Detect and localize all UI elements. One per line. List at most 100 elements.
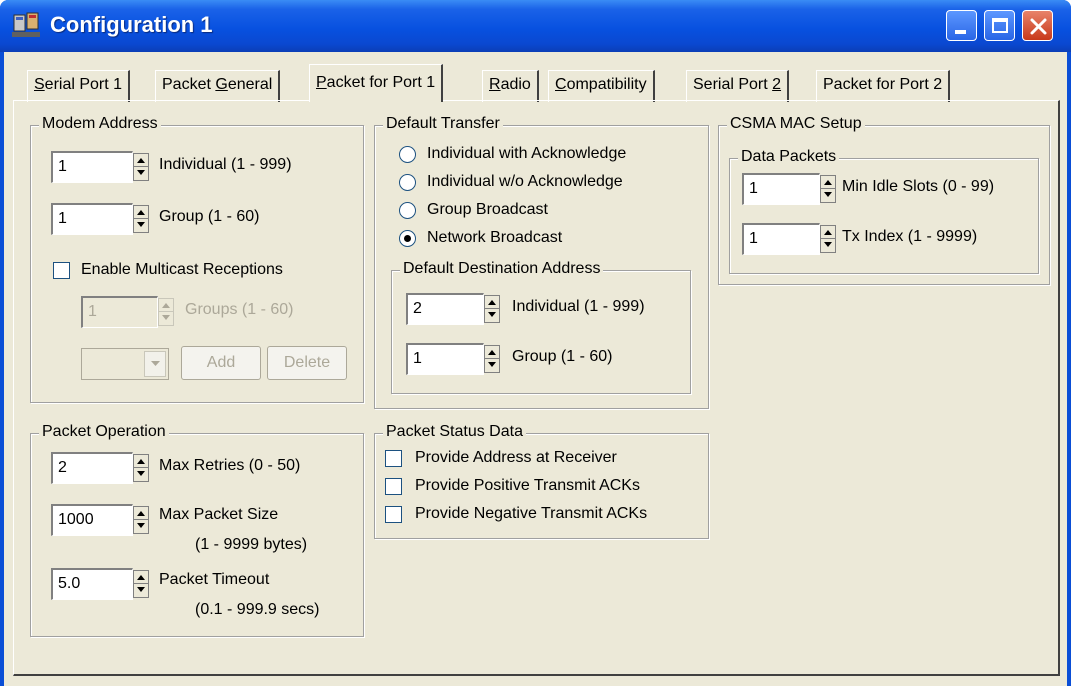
spin-up-button[interactable] xyxy=(134,455,148,468)
destination-individual-spinner[interactable]: 2 xyxy=(406,293,502,325)
max-retries-field[interactable]: 2 xyxy=(51,452,133,484)
arrow-down-icon xyxy=(137,170,145,175)
spinner-buttons[interactable] xyxy=(133,506,149,534)
individual-label: Individual (1 - 999) xyxy=(159,156,292,173)
default-destination-group: Default Destination Address 2 Individual… xyxy=(391,260,691,394)
tab-panel: Modem Address 1 Individual (1 - 999) 1 G… xyxy=(13,100,1060,676)
min-idle-slots-label: Min Idle Slots (0 - 99) xyxy=(842,178,995,195)
tab-serial-port-2[interactable]: Serial Port 2 xyxy=(686,70,790,102)
destination-group-field[interactable]: 1 xyxy=(406,343,484,375)
spinner-buttons[interactable] xyxy=(820,175,836,203)
spinner-buttons[interactable] xyxy=(158,298,174,326)
arrow-up-icon xyxy=(137,210,145,215)
group-title: Modem Address xyxy=(39,115,161,133)
spin-down-button[interactable] xyxy=(821,189,835,202)
group-title: Packet Operation xyxy=(39,423,169,441)
arrow-down-icon xyxy=(137,222,145,227)
delete-button[interactable]: Delete xyxy=(267,346,347,380)
minimize-button[interactable] xyxy=(946,10,977,41)
spin-up-button[interactable] xyxy=(159,299,173,312)
tab-packet-general[interactable]: Packet General xyxy=(155,70,281,102)
spin-down-button[interactable] xyxy=(159,312,173,325)
checkbox-label: Provide Positive Transmit ACKs xyxy=(415,477,640,494)
spin-up-button[interactable] xyxy=(134,206,148,219)
tab-radio[interactable]: Radio xyxy=(482,70,539,102)
tab-packet-for-port-1[interactable]: Packet for Port 1 xyxy=(309,64,444,102)
max-retries-spinner[interactable]: 2 xyxy=(51,452,151,484)
group-address-field[interactable]: 1 xyxy=(51,203,133,235)
spin-down-button[interactable] xyxy=(134,468,148,481)
packet-timeout-field[interactable]: 5.0 xyxy=(51,568,133,600)
provide-negative-acks-checkbox[interactable] xyxy=(385,506,402,523)
destination-individual-field[interactable]: 2 xyxy=(406,293,484,325)
spinner-buttons[interactable] xyxy=(484,295,500,323)
min-idle-slots-field[interactable]: 1 xyxy=(742,173,820,205)
spin-up-button[interactable] xyxy=(821,226,835,239)
destination-group-spinner[interactable]: 1 xyxy=(406,343,502,375)
maximize-icon xyxy=(992,18,1008,33)
spin-down-button[interactable] xyxy=(134,584,148,597)
individual-address-field[interactable]: 1 xyxy=(51,151,133,183)
spinner-buttons[interactable] xyxy=(820,225,836,253)
tab-packet-for-port-2[interactable]: Packet for Port 2 xyxy=(816,70,951,102)
multicast-groups-dropdown[interactable] xyxy=(81,348,169,380)
spinner-buttons[interactable] xyxy=(133,153,149,181)
tab-label: Packet xyxy=(162,76,216,93)
spin-down-button[interactable] xyxy=(134,167,148,180)
spinner-buttons[interactable] xyxy=(133,570,149,598)
radio-individual-without-ack[interactable] xyxy=(399,174,416,191)
spin-down-button[interactable] xyxy=(485,359,499,372)
spin-up-button[interactable] xyxy=(485,296,499,309)
radio-group-broadcast[interactable] xyxy=(399,202,416,219)
arrow-up-icon xyxy=(137,459,145,464)
spin-up-button[interactable] xyxy=(134,507,148,520)
multicast-groups-label: Groups (1 - 60) xyxy=(185,301,294,318)
checkbox-label: Provide Address at Receiver xyxy=(415,449,617,466)
spin-down-button[interactable] xyxy=(134,219,148,232)
provide-positive-acks-checkbox[interactable] xyxy=(385,478,402,495)
tx-index-spinner[interactable]: 1 xyxy=(742,223,838,255)
spin-down-button[interactable] xyxy=(821,239,835,252)
app-icon xyxy=(12,12,40,37)
add-button[interactable]: Add xyxy=(181,346,261,380)
provide-address-checkbox[interactable] xyxy=(385,450,402,467)
tab-compatibility[interactable]: Compatibility xyxy=(548,70,655,102)
spinner-buttons[interactable] xyxy=(133,454,149,482)
title-bar[interactable]: Configuration 1 xyxy=(0,0,1071,52)
spin-down-button[interactable] xyxy=(485,309,499,322)
tx-index-field[interactable]: 1 xyxy=(742,223,820,255)
max-packet-size-spinner[interactable]: 1000 xyxy=(51,504,151,536)
enable-multicast-checkbox[interactable] xyxy=(53,262,70,279)
arrow-up-icon xyxy=(162,303,170,308)
individual-address-spinner[interactable]: 1 xyxy=(51,151,151,183)
tab-accelerator: G xyxy=(215,76,228,93)
spinner-buttons[interactable] xyxy=(133,205,149,233)
max-packet-size-range: (1 - 9999 bytes) xyxy=(195,536,308,553)
spin-up-button[interactable] xyxy=(134,154,148,167)
max-packet-size-field[interactable]: 1000 xyxy=(51,504,133,536)
arrow-up-icon xyxy=(137,158,145,163)
maximize-button[interactable] xyxy=(984,10,1015,41)
arrow-up-icon xyxy=(137,575,145,580)
spin-down-button[interactable] xyxy=(134,520,148,533)
radio-network-broadcast[interactable] xyxy=(399,230,416,247)
group-title: Data Packets xyxy=(738,148,840,166)
spin-up-button[interactable] xyxy=(134,571,148,584)
group-address-spinner[interactable]: 1 xyxy=(51,203,151,235)
spinner-buttons[interactable] xyxy=(484,345,500,373)
multicast-groups-spinner[interactable]: 1 xyxy=(81,296,176,328)
arrow-down-icon xyxy=(137,471,145,476)
tab-label: ompatibility xyxy=(566,76,647,93)
radio-individual-with-ack[interactable] xyxy=(399,146,416,163)
arrow-down-icon xyxy=(824,192,832,197)
dropdown-arrow-button[interactable] xyxy=(144,351,166,377)
spin-up-button[interactable] xyxy=(821,176,835,189)
packet-timeout-spinner[interactable]: 5.0 xyxy=(51,568,151,600)
minimize-icon xyxy=(955,30,966,34)
tab-serial-port-1[interactable]: Serial Port 1 xyxy=(27,70,131,102)
window-title: Configuration 1 xyxy=(50,12,213,37)
spin-up-button[interactable] xyxy=(485,346,499,359)
min-idle-slots-spinner[interactable]: 1 xyxy=(742,173,838,205)
multicast-groups-field[interactable]: 1 xyxy=(81,296,158,328)
close-button[interactable] xyxy=(1022,10,1053,41)
